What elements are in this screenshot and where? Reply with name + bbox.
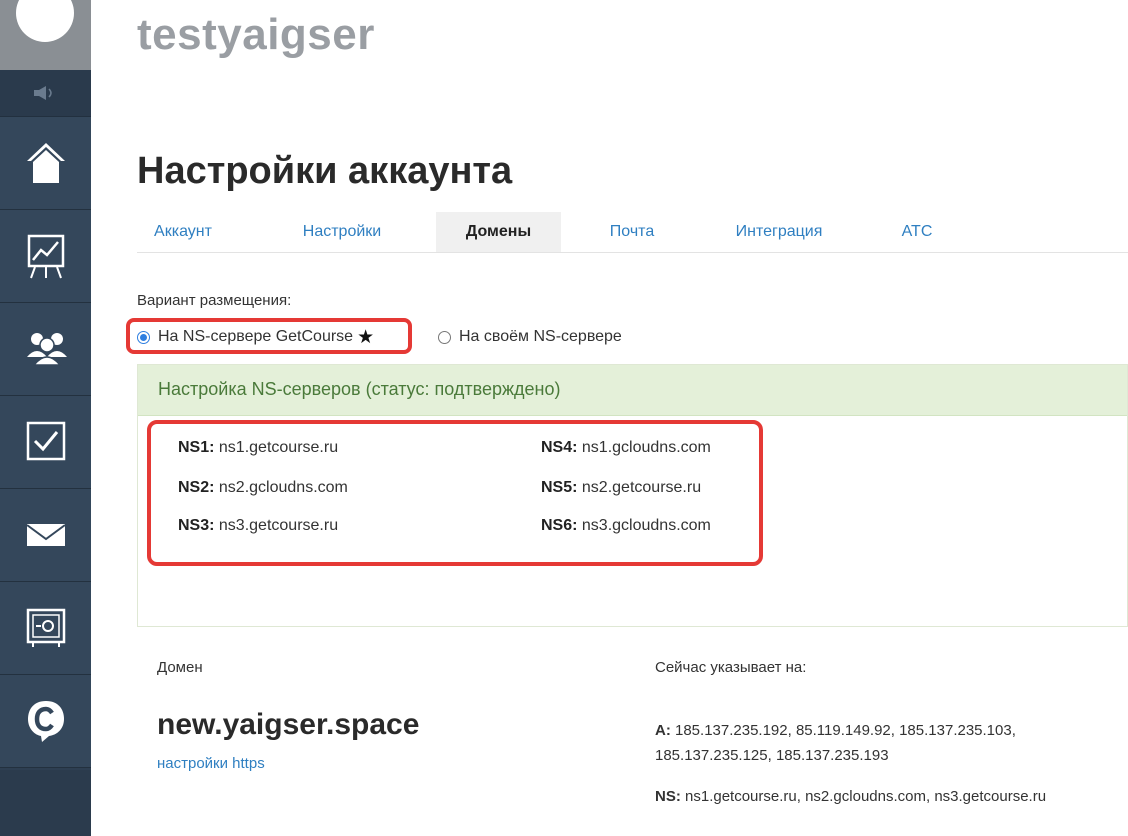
sidebar-item-getcourse[interactable] [0, 675, 91, 768]
mail-icon [26, 524, 66, 546]
domain-name: new.yaigser.space [157, 708, 420, 741]
sidebar-footer [0, 770, 91, 836]
sidebar-item-safe[interactable] [0, 582, 91, 675]
sidebar-item-sound[interactable] [0, 70, 91, 117]
ns-key: NS2: [178, 479, 215, 496]
https-settings-link[interactable]: настройки https [157, 755, 265, 772]
ns-panel-title: Настройка NS-серверов (статус: подтвержд… [158, 379, 561, 399]
highlight-frame [126, 318, 412, 354]
ns-value: ns1.getcourse.ru [218, 439, 339, 456]
ns-record-key: NS: [655, 788, 681, 805]
ns-value: ns1.gcloudns.com [581, 439, 711, 456]
sidebar-item-stats[interactable] [0, 210, 91, 303]
ns-entry-1: NS1: ns1.getcourse.ru [178, 439, 338, 457]
tab-account[interactable]: Аккаунт [145, 212, 221, 252]
app-title: testyaigser [137, 10, 375, 59]
ns-entry-5: NS5: ns2.getcourse.ru [541, 479, 701, 497]
page-title: Настройки аккаунта [137, 150, 513, 192]
ns-value: ns3.gcloudns.com [581, 517, 711, 534]
home-icon [27, 143, 65, 183]
radio-own-ns-label: На своём NS-сервере [459, 328, 622, 345]
tabs-bar: Аккаунт Настройки Домены Почта Интеграци… [137, 212, 1128, 253]
avatar[interactable] [16, 0, 74, 42]
chart-icon [27, 234, 65, 279]
safe-icon [26, 608, 66, 647]
tab-integration[interactable]: Интеграция [719, 212, 839, 252]
ns-key: NS4: [541, 439, 578, 456]
ns-key: NS5: [541, 479, 578, 496]
ns-entry-4: NS4: ns1.gcloudns.com [541, 439, 711, 457]
sound-icon [34, 86, 52, 100]
tab-settings[interactable]: Настройки [289, 212, 395, 252]
sidebar-item-tasks[interactable] [0, 396, 91, 489]
sidebar-item-home[interactable] [0, 117, 91, 210]
sidebar-item-mail[interactable] [0, 489, 91, 582]
sidebar-item-users[interactable] [0, 303, 91, 396]
ns-key: NS3: [178, 517, 215, 534]
sidebar-profile[interactable] [0, 0, 91, 70]
radio-own-ns[interactable]: На своём NS-сервере [438, 326, 622, 348]
ns-entry-3: NS3: ns3.getcourse.ru [178, 517, 338, 535]
radio-button-unchecked[interactable] [438, 330, 451, 344]
ns-entry-6: NS6: ns3.gcloudns.com [541, 517, 711, 535]
a-records: A: 185.137.235.192, 85.119.149.92, 185.1… [655, 718, 1016, 768]
ns-panel-header: Настройка NS-серверов (статус: подтвержд… [138, 365, 1127, 416]
ns-value: ns2.getcourse.ru [581, 479, 702, 496]
ns-entry-2: NS2: ns2.gcloudns.com [178, 479, 348, 497]
hosting-variant-label: Вариант размещения: [137, 292, 292, 309]
users-icon [27, 333, 67, 366]
column-header-domain: Домен [157, 659, 203, 676]
ns-value: ns3.getcourse.ru [218, 517, 339, 534]
ns-records: NS: ns1.getcourse.ru, ns2.gcloudns.com, … [655, 784, 1046, 809]
a-record-line2: 185.137.235.125, 185.137.235.193 [655, 747, 889, 764]
ns-value: ns2.gcloudns.com [218, 479, 348, 496]
a-record-key: A: [655, 722, 671, 739]
ns-key: NS1: [178, 439, 215, 456]
tasks-checkbox-icon [26, 421, 66, 461]
ns-record-value: ns1.getcourse.ru, ns2.gcloudns.com, ns3.… [685, 788, 1047, 805]
getcourse-logo-icon [28, 701, 64, 742]
tab-domains[interactable]: Домены [436, 212, 561, 252]
tab-mail[interactable]: Почта [597, 212, 667, 252]
a-record-line1: 185.137.235.192, 85.119.149.92, 185.137.… [675, 722, 1016, 739]
sidebar [0, 0, 91, 836]
ns-key: NS6: [541, 517, 578, 534]
column-header-points-to: Сейчас указывает на: [655, 659, 807, 676]
tab-pbx[interactable]: АТС [877, 212, 957, 252]
